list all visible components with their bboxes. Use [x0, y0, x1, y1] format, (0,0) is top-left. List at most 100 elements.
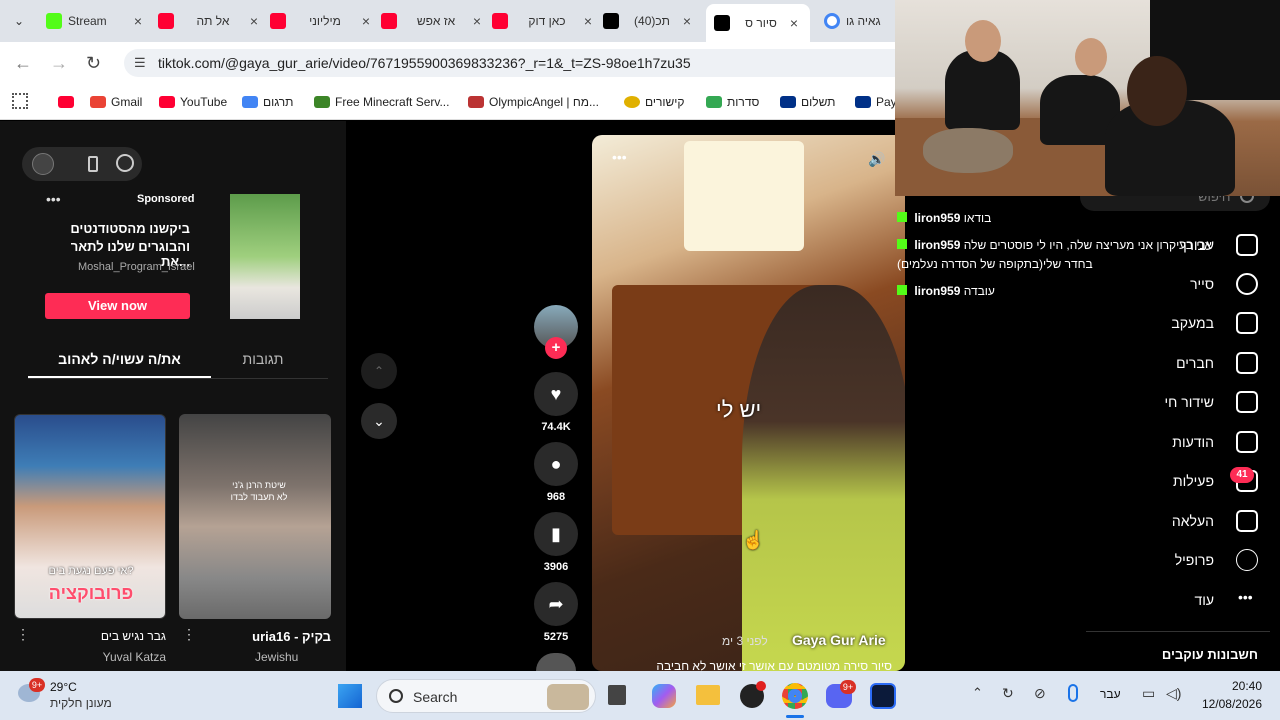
close-icon[interactable]: ×: [246, 13, 262, 29]
video-more-icon[interactable]: •••: [612, 149, 627, 165]
send-icon[interactable]: [1236, 431, 1258, 453]
nav-more[interactable]: עוד: [1194, 592, 1214, 608]
weather-widget[interactable]: 9+ 29°C מעונן חלקית: [16, 678, 126, 714]
ad-account[interactable]: Moshal_Program_Israel: [78, 261, 195, 273]
taskbar-search[interactable]: Search: [376, 679, 596, 713]
following-accounts-label: חשבונות עוקבים: [1161, 647, 1258, 662]
nav-following[interactable]: במעקב: [1171, 315, 1214, 331]
kick-icon: [46, 13, 62, 29]
more-icon[interactable]: •••: [1238, 589, 1253, 605]
tab-7[interactable]: גאיה גו: [824, 6, 895, 36]
forward-icon[interactable]: →: [50, 53, 70, 73]
temperature: 29°C: [50, 680, 77, 694]
home-icon[interactable]: [1236, 234, 1258, 256]
bookmark-minecraft[interactable]: Free Minecraft Serv...: [314, 92, 449, 112]
friends-icon[interactable]: [1236, 352, 1258, 374]
profile-avatar-icon[interactable]: [1236, 549, 1258, 571]
close-icon[interactable]: ×: [679, 13, 695, 29]
follow-plus-icon[interactable]: +: [545, 337, 567, 359]
nav-explore[interactable]: סייר: [1190, 276, 1214, 292]
nav-profile[interactable]: פרופיל: [1175, 552, 1214, 568]
phone-icon[interactable]: [88, 156, 98, 172]
tab-comments[interactable]: תגובות: [211, 351, 315, 367]
clock-time[interactable]: 20:40: [1200, 679, 1262, 693]
show-hidden-icons[interactable]: ⌃: [972, 685, 983, 701]
suggested-title-2[interactable]: uria16 - בקיק: [225, 629, 331, 644]
chrome-icon[interactable]: [782, 683, 808, 709]
bookmark-payment[interactable]: תשלום: [780, 92, 835, 112]
bookmark-youtube-short[interactable]: [58, 92, 74, 112]
close-icon[interactable]: ×: [130, 13, 146, 29]
volume-icon[interactable]: ◁): [1166, 685, 1181, 702]
clock-date[interactable]: 12/08/2026: [1196, 697, 1262, 711]
more-icon[interactable]: ⋮: [182, 626, 196, 643]
music-disc[interactable]: [536, 653, 576, 671]
nav-friends[interactable]: חברים: [1176, 355, 1214, 371]
nav-activity[interactable]: פעילות: [1173, 473, 1214, 489]
task-view-icon[interactable]: [608, 685, 626, 705]
close-icon[interactable]: ×: [786, 15, 802, 31]
tab-6-active[interactable]: סיור ס ×: [706, 4, 810, 42]
suggested-author-2[interactable]: Jewishu: [255, 650, 331, 664]
site-info-icon[interactable]: ☰: [134, 49, 146, 77]
network-off-icon[interactable]: ⊘: [1034, 685, 1046, 702]
nav-messages[interactable]: הודעות: [1172, 434, 1214, 450]
like-button[interactable]: ♥: [534, 372, 578, 416]
upload-icon[interactable]: [1236, 510, 1258, 532]
bookmark-series[interactable]: סדרות: [706, 92, 759, 112]
suggested-video-1[interactable]: אי פעם נגעת בים? פרובוקציה: [14, 414, 166, 619]
nav-upload[interactable]: העלאה: [1172, 513, 1214, 529]
address-bar[interactable]: ☰ tiktok.com/@gaya_gur_arie/video/767195…: [124, 49, 895, 77]
input-language[interactable]: עבר: [1100, 687, 1121, 701]
video-author[interactable]: Gaya Gur Arie: [792, 632, 886, 648]
nav-live[interactable]: שידור חי: [1165, 394, 1214, 410]
suggested-video-2[interactable]: שיטת הרנן ג'ני לא תעבוד לבדו: [179, 414, 331, 619]
tab-0[interactable]: Stream ×: [46, 6, 146, 36]
suggested-title-1[interactable]: גבר נגיש בים: [60, 629, 166, 643]
person-plus-icon[interactable]: [1236, 312, 1258, 334]
save-button[interactable]: ▮: [534, 512, 578, 556]
avatar[interactable]: [32, 153, 54, 175]
suggested-author-1[interactable]: Yuval Katza: [60, 650, 166, 664]
network-icon[interactable]: ▭: [1142, 685, 1155, 702]
previous-video-button[interactable]: ⌃: [361, 353, 397, 389]
bookmark-youtube[interactable]: YouTube: [159, 92, 227, 112]
bookmark-paypal[interactable]: Payl: [855, 92, 899, 112]
back-icon[interactable]: ←: [14, 53, 34, 73]
more-icon[interactable]: ⋮: [16, 626, 30, 643]
comment-button[interactable]: ●: [534, 442, 578, 486]
tab-5[interactable]: (40)תכ ×: [603, 6, 695, 36]
more-icon[interactable]: •••: [46, 191, 61, 207]
tab-3[interactable]: אז אפש ×: [381, 6, 485, 36]
tab-2[interactable]: מיליוני ×: [270, 6, 374, 36]
tiktok-icon[interactable]: [116, 154, 134, 172]
volume-icon[interactable]: 🔊: [868, 151, 885, 168]
tab-for-you[interactable]: את/ה עשוי/ה לאהוב: [28, 351, 211, 367]
close-icon[interactable]: ×: [358, 13, 374, 29]
remote-app-icon[interactable]: [870, 683, 896, 709]
file-explorer-icon[interactable]: [696, 685, 720, 705]
bookmark-translate[interactable]: תרגום: [242, 92, 293, 112]
video-player[interactable]: ••• 🔊 יש לי Gaya Gur Arie לפני 3 ימ סיור…: [592, 135, 905, 671]
tab-4[interactable]: כאן דוק ×: [492, 6, 596, 36]
bookmark-gmail[interactable]: Gmail: [90, 92, 142, 112]
share-button[interactable]: ➦: [534, 582, 578, 626]
tab-1[interactable]: אל תה ×: [158, 6, 262, 36]
next-video-button[interactable]: ⌄: [361, 403, 397, 439]
compass-icon[interactable]: [1236, 273, 1258, 295]
view-now-button[interactable]: View now: [45, 293, 190, 319]
sync-icon[interactable]: ↻: [1002, 685, 1014, 702]
microphone-icon[interactable]: [1068, 684, 1078, 702]
bookmark-olympicangel[interactable]: OlympicAngel | מח...: [468, 92, 599, 112]
close-icon[interactable]: ×: [469, 13, 485, 29]
start-icon[interactable]: [338, 684, 362, 708]
close-icon[interactable]: ×: [580, 13, 596, 29]
reload-icon[interactable]: ↻: [86, 53, 106, 73]
tab-search-icon[interactable]: ⌄: [8, 10, 30, 32]
copilot-icon[interactable]: [652, 684, 676, 708]
bookmark-links[interactable]: קישורים: [624, 92, 685, 112]
live-tv-icon[interactable]: [1236, 391, 1258, 413]
ad-card[interactable]: ••• Sponsored ביקשנו מהסטודנטים והבוגרים…: [30, 191, 330, 321]
ad-thumbnail[interactable]: [230, 194, 300, 319]
apps-icon[interactable]: [12, 93, 28, 109]
